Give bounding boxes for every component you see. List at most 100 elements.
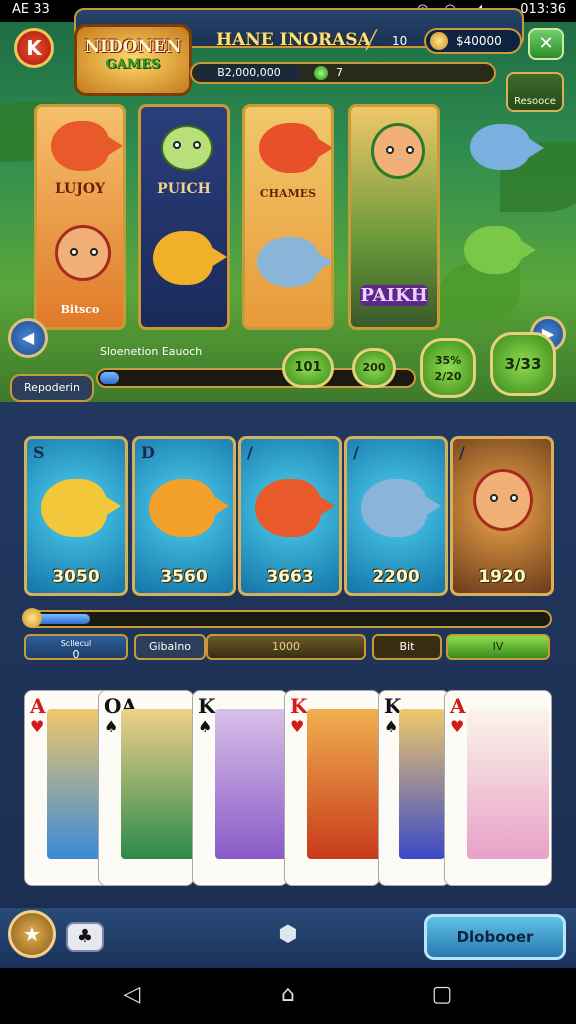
card-art bbox=[215, 709, 287, 859]
stat-box: Scllecul 0 bbox=[24, 634, 128, 660]
hero-card-label: PUICH bbox=[157, 181, 211, 197]
previous-button[interactable]: ◀ bbox=[8, 318, 48, 358]
stats-button[interactable]: 35% 2/20 bbox=[420, 338, 476, 398]
card-art bbox=[121, 709, 193, 859]
card-rank: K bbox=[198, 694, 216, 718]
fish-icon bbox=[259, 123, 331, 173]
game-screen: AE 33 ◎ ◠ ◢ 013:36 K NIDONEN GAMES HANE … bbox=[0, 0, 576, 1024]
hero-card-label: PAIKH bbox=[359, 285, 429, 306]
stat-value: 0 bbox=[72, 648, 80, 661]
fish-icon bbox=[257, 237, 331, 287]
heart-icon: ♥ bbox=[450, 717, 465, 736]
recents-nav-icon[interactable]: ▢ bbox=[428, 982, 456, 1010]
fish-icon bbox=[51, 121, 123, 171]
fish-card-corner: D bbox=[141, 443, 155, 462]
playing-card[interactable]: K ♠ bbox=[192, 690, 288, 886]
fish-icon bbox=[464, 226, 536, 274]
hero-card-label: CHAMES bbox=[259, 187, 317, 200]
hero-card-footer: Bitsco bbox=[60, 303, 100, 316]
spade-icon: ♠ bbox=[384, 717, 399, 736]
character-portrait bbox=[371, 123, 425, 179]
coin-balance[interactable]: $40000 bbox=[424, 28, 522, 54]
shield-icon[interactable]: ⬢ bbox=[274, 922, 302, 950]
fish-card[interactable]: S 3050 bbox=[24, 436, 128, 596]
card-art bbox=[399, 709, 445, 859]
fish-card[interactable]: / 3663 bbox=[238, 436, 342, 596]
resource-button[interactable]: Resooce bbox=[506, 72, 564, 112]
fish-card-value: 1920 bbox=[478, 567, 526, 587]
hero-card[interactable]: CHAMES bbox=[242, 104, 334, 330]
fish-card-corner: / bbox=[353, 443, 359, 462]
fish-card-corner: / bbox=[247, 443, 253, 462]
stat-box: Bit bbox=[372, 634, 442, 660]
fish-icon bbox=[153, 231, 227, 285]
fish-card[interactable]: D 3560 bbox=[132, 436, 236, 596]
round-progress bbox=[22, 608, 552, 628]
level-progress-fill bbox=[100, 372, 119, 384]
fish-card[interactable]: / 2200 bbox=[344, 436, 448, 596]
spade-icon: ♠ bbox=[104, 717, 119, 736]
fish-card-value: 2200 bbox=[372, 567, 420, 587]
game-logo: NIDONEN GAMES bbox=[74, 24, 192, 96]
progress-caption: Sloenetion Eauoch bbox=[100, 345, 203, 358]
heart-icon: ♥ bbox=[290, 717, 305, 736]
heart-icon: ♥ bbox=[30, 717, 45, 736]
card-rank: K bbox=[290, 694, 308, 718]
discover-button[interactable]: Dlobooer bbox=[424, 914, 566, 960]
game-title: HANE INORASA bbox=[216, 30, 371, 50]
club-button[interactable]: ♣ bbox=[66, 922, 104, 952]
card-rank: A bbox=[30, 694, 46, 718]
stat-box: Gibalno bbox=[134, 634, 206, 660]
coin-icon bbox=[430, 32, 448, 50]
clock: 013:36 bbox=[520, 2, 566, 17]
character-portrait bbox=[473, 469, 533, 531]
spade-icon: ♠ bbox=[198, 717, 213, 736]
wand-value: 10 bbox=[392, 34, 408, 48]
back-icon: K bbox=[26, 36, 42, 60]
fish-icon bbox=[255, 479, 335, 537]
card-art bbox=[307, 709, 379, 859]
hero-card[interactable]: PUICH bbox=[138, 104, 230, 330]
stat-box: 1000 bbox=[206, 634, 366, 660]
close-icon: ✕ bbox=[538, 33, 554, 54]
back-nav-icon[interactable]: ◁ bbox=[118, 982, 146, 1010]
fish-card-value: 3560 bbox=[160, 567, 208, 587]
fish-icon bbox=[470, 124, 544, 170]
experience-bar: B2,000,000 7 bbox=[190, 62, 496, 84]
experience-value: B2,000,000 bbox=[196, 65, 302, 81]
report-button[interactable]: Repoderin bbox=[10, 374, 94, 402]
character-portrait bbox=[161, 125, 213, 171]
playing-card[interactable]: K ♠ bbox=[378, 690, 450, 886]
stat-box: IV bbox=[446, 634, 550, 660]
gem-count: 7 bbox=[336, 66, 343, 79]
fish-card[interactable]: / 1920 bbox=[450, 436, 554, 596]
home-nav-icon[interactable]: ⌂ bbox=[274, 982, 302, 1010]
playing-card[interactable]: OA ♠ bbox=[98, 690, 194, 886]
hero-card-label: LUJOY bbox=[54, 181, 106, 197]
spin-button[interactable]: 3/33 bbox=[490, 332, 556, 396]
close-button[interactable]: ✕ bbox=[528, 28, 564, 60]
hero-card[interactable]: LUJOY Bitsco bbox=[34, 104, 126, 330]
fish-icon bbox=[149, 479, 229, 537]
wand-icon[interactable]: ╱ bbox=[366, 30, 388, 52]
bet-button[interactable]: 101 bbox=[282, 348, 334, 388]
playing-card[interactable]: A ♥ bbox=[444, 690, 552, 886]
lines-button[interactable]: 200 bbox=[352, 348, 396, 388]
playing-card[interactable]: K ♥ bbox=[284, 690, 380, 886]
logo-title: NIDONEN bbox=[84, 37, 182, 57]
fish-icon bbox=[361, 479, 441, 537]
coin-icon bbox=[22, 608, 42, 628]
system-nav-bar: ◁ ⌂ ▢ bbox=[0, 968, 576, 1024]
character-portrait bbox=[55, 225, 111, 281]
avatar-icon: ★ bbox=[23, 922, 41, 946]
carrier-label: AE 33 bbox=[12, 2, 50, 17]
logo-subtitle: GAMES bbox=[105, 57, 161, 72]
fish-card-value: 3663 bbox=[266, 567, 314, 587]
fish-card-corner: S bbox=[33, 443, 45, 462]
fish-icon bbox=[41, 479, 121, 537]
profile-button[interactable]: ★ bbox=[8, 910, 56, 958]
fish-card-corner: / bbox=[459, 443, 465, 462]
hero-card[interactable]: PAIKH bbox=[348, 104, 440, 330]
coin-amount: $40000 bbox=[456, 34, 502, 48]
back-button[interactable]: K bbox=[14, 28, 54, 68]
